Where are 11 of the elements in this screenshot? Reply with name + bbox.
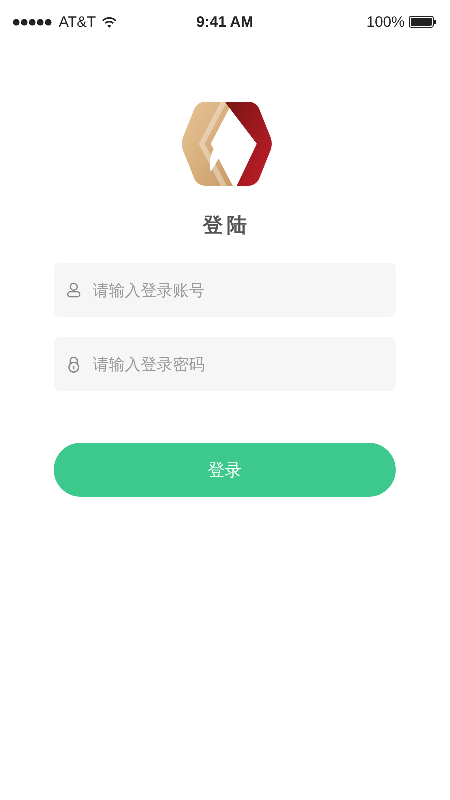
logo-icon [181, 100, 273, 188]
input-field[interactable]: 请输入登录密码 [54, 337, 396, 391]
carrier-name: AT&T [59, 14, 96, 30]
login-button[interactable]: 登录 [54, 443, 396, 497]
input-field[interactable]: 请输入登录账号 [54, 263, 396, 317]
signal-icon [13, 18, 53, 26]
status-time: 9:41 AM [196, 14, 254, 30]
wifi-icon [102, 16, 118, 28]
battery-percent: 100% [366, 14, 405, 30]
battery-icon [409, 16, 437, 28]
page-title: 登陆 [202, 212, 251, 239]
